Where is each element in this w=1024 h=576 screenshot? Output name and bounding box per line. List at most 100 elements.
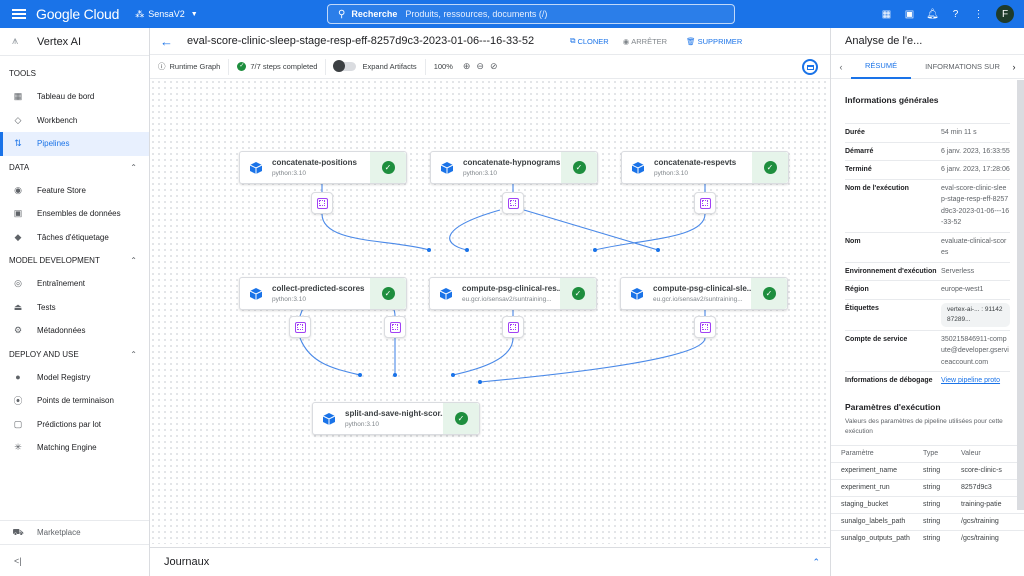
gift-icon[interactable]: ▦ [875,4,898,24]
artifact-node[interactable] [289,316,311,338]
pipeline-step-node[interactable]: compute-psg-clinical-res... eu.gcr.io/sen… [429,277,597,310]
info-row: Environnement d'exécution Serverless [845,261,1010,281]
edge [452,337,514,376]
sidebar-item-endpoints[interactable]: ⦿ Points de terminaison [0,389,149,413]
top-bar: Google Cloud ⁂ SensaV2 ▼ ⚲ Recherche Pro… [0,0,1024,28]
stop-icon: ◉ [622,36,630,46]
sidebar-item-metadata[interactable]: ⚙ Métadonnées [0,319,149,343]
success-check-icon: ✓ [572,161,586,174]
zoom-reset-icon[interactable]: ⊘ [490,61,498,72]
chevron-right-icon[interactable]: › [1004,62,1024,72]
sidebar-item-marketplace[interactable]: ⛟ Marketplace [0,520,149,545]
tab-info[interactable]: INFORMATIONS SUR [911,55,1004,79]
avatar[interactable]: F [996,5,1014,23]
param-name: experiment_name [831,461,923,479]
artifact-icon [294,321,306,333]
bell-icon[interactable]: 🔔︎ [921,4,944,24]
pipeline-step-node[interactable]: concatenate-positions python:3.10 ✓ [239,151,407,184]
sidebar-item-label[interactable]: ◆ Tâches d'étiquetage [0,226,149,250]
sidebar-item-experiments[interactable]: ⏏ Tests [0,296,149,320]
sidebar-item-batch-predictions[interactable]: ▢ Prédictions par lot [0,413,149,437]
workbench-icon: ◇ [14,114,22,125]
artifact-node[interactable] [502,192,524,214]
params-heading: Paramètres d'exécution [845,401,941,412]
chevron-up-icon[interactable]: ⌃ [130,350,137,359]
pipeline-step-node[interactable]: concatenate-respevts python:3.10 ✓ [621,151,789,184]
pipeline-step-node[interactable]: concatenate-hypnograms python:3.10 ✓ [430,151,598,184]
param-name: staging_bucket [831,495,923,513]
delete-button[interactable]: 🗑︎ SUPPRIMER [686,37,742,46]
sidebar-item-model-registry[interactable]: ● Model Registry [0,366,149,390]
logs-panel[interactable]: Journaux ⌃ [150,547,830,576]
edge-port [393,373,397,377]
tab-summary[interactable]: RÉSUMÉ [851,55,912,79]
runtime-graph-info[interactable]: ⓘ Runtime Graph [150,58,230,75]
chevron-left-icon[interactable]: ‹ [831,62,851,72]
label-icon: ◆ [14,231,22,242]
artifact-node[interactable] [311,192,333,214]
info-value: vertex-ai-... : 9114287289... [941,302,1010,327]
toggle-switch[interactable] [333,60,357,72]
sidebar-item-label: Marketplace [37,528,81,537]
view-pipeline-proto-link[interactable]: View pipeline proto [941,377,1000,384]
edge-port [593,248,597,252]
search-input[interactable]: ⚲ Recherche Produits, ressources, docume… [327,4,735,24]
pipeline-step-node[interactable]: compute-psg-clinical-sle... eu.gcr.io/sen… [620,277,788,310]
artifact-node[interactable] [694,316,716,338]
chevron-up-icon[interactable]: ⌃ [130,256,137,265]
zoom-out-icon[interactable]: ⊖ [476,61,484,72]
sidebar-item-datasets[interactable]: ▣ Ensembles de données [0,202,149,226]
artifact-node[interactable] [384,316,406,338]
info-value: 54 min 11 s [941,129,977,136]
edge [321,213,430,251]
steps-status: ✓ 7/7 steps completed [229,58,327,75]
terminal-icon[interactable]: ▣ [898,4,921,24]
info-row: Compte de service 350215846911-compute@de… [845,329,1010,372]
pipeline-step-node[interactable]: collect-predicted-scores python:3.10 ✓ [239,277,407,310]
sidebar-section-header[interactable]: MODEL DEVELOPMENT ⌃ [0,249,149,272]
column-header[interactable]: Paramètre [831,444,923,462]
component-cube-icon [430,278,462,309]
sidebar-item-label: Model Registry [37,372,91,382]
column-header[interactable]: Valeur [961,444,1024,462]
clone-button[interactable]: ⧉ CLONER [570,36,609,46]
help-icon[interactable]: ? [944,4,967,24]
pipeline-graph-canvas[interactable]: concatenate-positions python:3.10 ✓ conca… [150,79,830,544]
more-vert-icon[interactable]: ⋮ [967,4,990,24]
check-circle-icon: ✓ [237,62,247,71]
general-info-list: Durée 54 min 11 s Démarré 6 janv. 2023, 16:… [831,123,1024,390]
sidebar-item-label: Points de terminaison [37,396,114,406]
zoom-in-icon[interactable]: ⊕ [463,61,471,72]
section-label: DATA [9,162,30,172]
page-title: eval-score-clinic-sleep-stage-resp-eff-8… [187,35,535,47]
sidebar-item-training[interactable]: ◎ Entraînement [0,272,149,296]
chevron-up-icon[interactable]: ⌃ [130,163,137,172]
artifact-node[interactable] [502,316,524,338]
param-value: score-clinic-s [961,461,1024,479]
label-chip[interactable]: vertex-ai-... : 9114287289... [941,302,1010,327]
pipeline-step-node[interactable]: split-and-save-night-scor... python:3.10 … [312,402,480,435]
node-status: ✓ [370,152,406,183]
stop-button[interactable]: ◉ ARRÊTER [623,37,667,46]
component-cube-icon [240,152,272,183]
back-arrow-icon[interactable]: ← [160,34,173,49]
collapse-sidebar-button[interactable]: <| [14,556,22,566]
sidebar-item-feature-store[interactable]: ◉ Feature Store [0,179,149,203]
toggle-side-panel-button[interactable] [802,59,818,75]
google-cloud-logo[interactable]: Google Cloud [36,6,119,22]
sidebar-item-matching-engine[interactable]: ✳ Matching Engine [0,436,149,460]
expand-logs-icon[interactable]: ⌃ [812,557,820,568]
sidebar-item-dashboard[interactable]: ▦ Tableau de bord [0,85,149,109]
hamburger-menu-icon[interactable] [12,9,26,19]
panel-scrollbar[interactable] [1017,80,1024,510]
sidebar-item-pipelines[interactable]: ⇅ Pipelines [0,132,149,156]
expand-artifacts-toggle[interactable]: Expand Artifacts [326,58,426,75]
search-icon: ⚲ [338,8,346,20]
project-selector[interactable]: ⁂ SensaV2 ▼ [135,9,197,20]
sidebar-section-header[interactable]: DATA ⌃ [0,156,149,179]
sidebar-section-header[interactable]: DEPLOY AND USE ⌃ [0,343,149,366]
param-value: 8257d9c3 [961,478,1024,496]
artifact-node[interactable] [694,192,716,214]
sidebar-item-workbench[interactable]: ◇ Workbench [0,109,149,133]
column-header[interactable]: Type [923,444,961,462]
